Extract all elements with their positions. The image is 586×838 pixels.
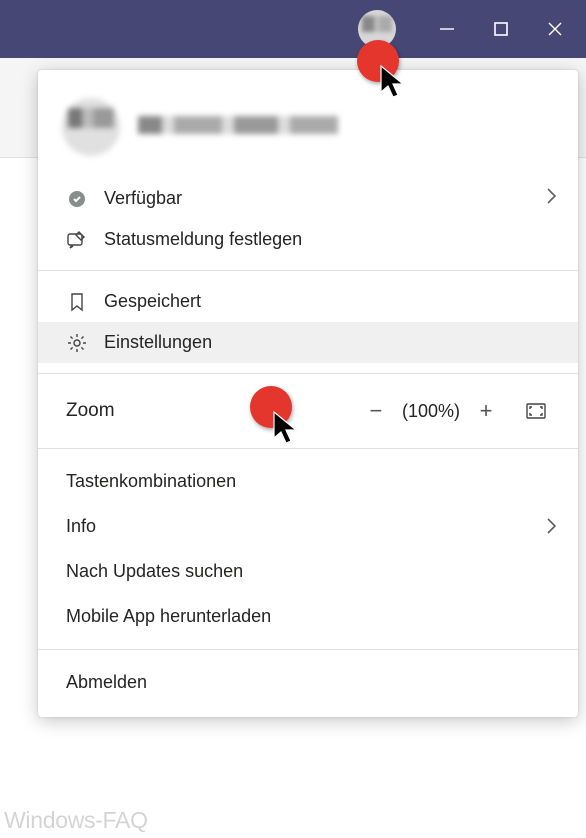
- mobile-item[interactable]: Mobile App herunterladen: [38, 594, 578, 639]
- divider: [38, 649, 578, 650]
- status-item[interactable]: Verfügbar: [38, 178, 578, 219]
- profile-menu: Verfügbar Statusmeldung festlegen Gespei…: [38, 70, 578, 717]
- close-icon: [548, 22, 562, 36]
- minimize-button[interactable]: [424, 6, 470, 52]
- avatar-large: [62, 98, 120, 156]
- shortcuts-label: Tastenkombinationen: [66, 471, 236, 491]
- chevron-right-icon: [546, 516, 558, 541]
- updates-item[interactable]: Nach Updates suchen: [38, 549, 578, 594]
- set-status-label: Statusmeldung festlegen: [104, 229, 302, 250]
- signout-item[interactable]: Abmelden: [38, 660, 578, 705]
- saved-item[interactable]: Gespeichert: [38, 281, 578, 322]
- profile-header: [38, 70, 578, 178]
- maximize-icon: [494, 22, 508, 36]
- annotation-marker-avatar: [357, 40, 399, 82]
- chevron-right-icon: [546, 186, 558, 211]
- user-name-redacted: [138, 116, 554, 138]
- mobile-label: Mobile App herunterladen: [66, 606, 271, 626]
- annotation-marker-settings: [250, 386, 292, 428]
- zoom-value: (100%): [394, 401, 468, 422]
- settings-label: Einstellungen: [104, 332, 212, 353]
- fullscreen-button[interactable]: [522, 403, 550, 419]
- saved-label: Gespeichert: [104, 291, 201, 312]
- zoom-in-button[interactable]: +: [468, 398, 504, 424]
- close-button[interactable]: [532, 6, 578, 52]
- divider: [38, 270, 578, 271]
- about-item[interactable]: Info: [38, 504, 578, 549]
- set-status-item[interactable]: Statusmeldung festlegen: [38, 219, 578, 260]
- about-label: Info: [66, 516, 96, 536]
- shortcuts-item[interactable]: Tastenkombinationen: [38, 459, 578, 504]
- fullscreen-icon: [526, 403, 546, 419]
- edit-note-icon: [66, 231, 88, 249]
- available-status-icon: [66, 191, 88, 207]
- divider: [38, 448, 578, 449]
- bookmark-icon: [66, 292, 88, 312]
- zoom-label: Zoom: [66, 400, 358, 422]
- zoom-out-button[interactable]: −: [358, 398, 394, 424]
- zoom-row: Zoom − (100%) +: [38, 384, 578, 438]
- settings-item[interactable]: Einstellungen: [38, 322, 578, 363]
- gear-icon: [66, 333, 88, 353]
- cursor-arrow-icon: [272, 410, 302, 446]
- signout-label: Abmelden: [66, 672, 147, 692]
- minimize-icon: [439, 21, 455, 37]
- maximize-button[interactable]: [478, 6, 524, 52]
- watermark: Windows-FAQ: [4, 807, 148, 834]
- updates-label: Nach Updates suchen: [66, 561, 243, 581]
- divider: [38, 373, 578, 374]
- status-label: Verfügbar: [104, 188, 182, 209]
- window-titlebar: [0, 0, 586, 58]
- cursor-arrow-icon: [379, 64, 409, 100]
